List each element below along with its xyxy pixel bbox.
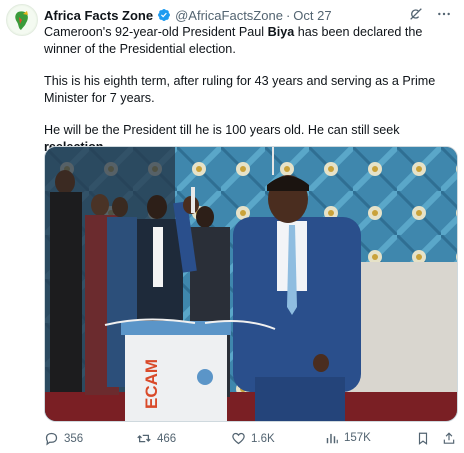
views-button[interactable]: 157K — [325, 431, 371, 445]
grok-icon[interactable] — [408, 6, 424, 22]
reply-count: 356 — [64, 432, 84, 445]
share-icon — [443, 432, 455, 444]
ballot-box-label: ECAM — [142, 359, 161, 409]
tweet-photo[interactable]: ECAM — [44, 146, 458, 422]
tweet[interactable]: Africa Facts Zone @AfricaFactsZone · Oct… — [0, 0, 464, 453]
engagement-bar: 356 466 1.6K 157K — [44, 428, 458, 450]
reply-icon — [45, 432, 58, 446]
repost-count: 466 — [157, 432, 177, 445]
bookmark-button[interactable] — [416, 431, 430, 446]
bookmark-icon — [418, 432, 428, 445]
like-button[interactable]: 1.6K — [231, 431, 275, 446]
repost-button[interactable]: 466 — [136, 431, 176, 446]
more-icon[interactable] — [436, 6, 452, 22]
tweet-paragraph-2: This is his eighth term, after ruling fo… — [44, 74, 436, 105]
share-button[interactable] — [442, 431, 456, 446]
timestamp[interactable]: Oct 27 — [293, 8, 331, 23]
views-count: 157K — [344, 432, 371, 444]
display-name[interactable]: Africa Facts Zone — [44, 8, 153, 23]
tweet-header: Africa Facts Zone @AfricaFactsZone · Oct… — [44, 6, 452, 24]
avatar[interactable] — [6, 4, 38, 36]
repost-icon — [137, 434, 151, 443]
views-icon — [326, 433, 338, 444]
separator-dot: · — [285, 7, 291, 23]
like-count: 1.6K — [251, 432, 275, 445]
like-icon — [232, 432, 245, 445]
reply-button[interactable]: 356 — [44, 431, 83, 446]
handle[interactable]: @AfricaFactsZone — [175, 8, 283, 23]
verified-badge-icon — [158, 9, 171, 21]
tweet-paragraph-1: Cameroon's 92-year-old President Paul Bi… — [44, 25, 423, 56]
